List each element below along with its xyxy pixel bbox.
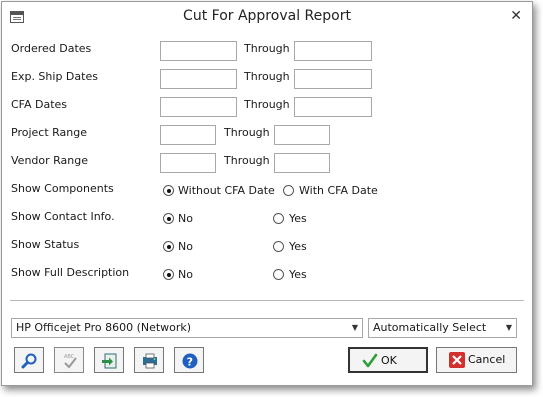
- ordered-dates-from-input[interactable]: [160, 41, 237, 61]
- radio-label: Yes: [289, 268, 307, 281]
- export-icon: [102, 353, 117, 369]
- print-icon: [143, 353, 157, 369]
- exp-ship-dates-to-input[interactable]: [294, 69, 372, 89]
- full-description-yes-radio[interactable]: [273, 269, 284, 280]
- help-icon: ?: [182, 353, 198, 369]
- through-label: Through: [244, 70, 290, 83]
- project-range-to-input[interactable]: [274, 125, 330, 145]
- project-range-from-input[interactable]: [160, 125, 216, 145]
- radio-label: No: [178, 268, 193, 281]
- chevron-down-icon: ▼: [351, 323, 358, 332]
- option-label-show-full-description: Show Full Description: [11, 266, 130, 279]
- with-cfa-date-radio[interactable]: [283, 185, 294, 196]
- close-icon[interactable]: ✕: [510, 8, 522, 24]
- dialog-title: Cut For Approval Report: [183, 8, 351, 24]
- cfa-dates-to-input[interactable]: [294, 97, 372, 117]
- svg-text:ABC: ABC: [64, 354, 75, 360]
- preview-button[interactable]: [14, 347, 44, 373]
- option-label-show-contact-info: Show Contact Info.: [11, 210, 115, 223]
- radio-label: Yes: [289, 240, 307, 253]
- option-label-show-status: Show Status: [11, 238, 80, 251]
- ok-button-label: OK: [381, 354, 397, 367]
- export-button[interactable]: [94, 347, 124, 373]
- paper-source-select-value: Automatically Select: [373, 321, 487, 334]
- paper-source-select[interactable]: Automatically Select ▼: [368, 318, 517, 338]
- option-label-show-components: Show Components: [11, 182, 114, 195]
- radio-label: No: [178, 240, 193, 253]
- ordered-dates-to-input[interactable]: [294, 41, 372, 61]
- through-label: Through: [224, 154, 270, 167]
- title-bar: Cut For Approval Report ✕: [2, 2, 532, 32]
- without-cfa-date-radio[interactable]: [163, 185, 174, 196]
- radio-label: With CFA Date: [299, 184, 378, 197]
- cancel-button-label: Cancel: [468, 353, 506, 366]
- vendor-range-from-input[interactable]: [160, 153, 216, 173]
- row-label-cfa-dates: CFA Dates: [11, 98, 68, 111]
- print-button[interactable]: [134, 347, 164, 373]
- full-description-no-radio[interactable]: [163, 269, 174, 280]
- spellcheck-icon: ABC: [64, 354, 77, 369]
- magnifier-icon: [21, 353, 37, 369]
- ok-button[interactable]: OK: [348, 347, 428, 373]
- cancel-x-icon: [449, 352, 465, 368]
- exp-ship-dates-from-input[interactable]: [160, 69, 237, 89]
- radio-label: No: [178, 212, 193, 225]
- vendor-range-to-input[interactable]: [274, 153, 330, 173]
- radio-label: Without CFA Date: [178, 184, 275, 197]
- radio-label: Yes: [289, 212, 307, 225]
- row-label-project-range: Project Range: [11, 126, 87, 139]
- cancel-button[interactable]: Cancel: [436, 347, 517, 373]
- status-yes-radio[interactable]: [273, 241, 284, 252]
- contact-info-yes-radio[interactable]: [273, 213, 284, 224]
- through-label: Through: [224, 126, 270, 139]
- help-button[interactable]: ?: [174, 347, 204, 373]
- divider: [10, 300, 524, 301]
- status-no-radio[interactable]: [163, 241, 174, 252]
- row-label-ordered-dates: Ordered Dates: [11, 42, 92, 55]
- contact-info-no-radio[interactable]: [163, 213, 174, 224]
- report-dialog: Cut For Approval Report ✕ Ordered Dates …: [1, 1, 533, 386]
- row-label-exp-ship-dates: Exp. Ship Dates: [11, 70, 98, 83]
- spellcheck-button[interactable]: ABC: [54, 347, 84, 373]
- checkmark-icon: [362, 353, 378, 368]
- printer-select-value: HP Officejet Pro 8600 (Network): [16, 321, 192, 334]
- cfa-dates-from-input[interactable]: [160, 97, 237, 117]
- row-label-vendor-range: Vendor Range: [11, 154, 89, 167]
- printer-select[interactable]: HP Officejet Pro 8600 (Network) ▼: [11, 318, 363, 338]
- svg-text:?: ?: [187, 356, 193, 369]
- through-label: Through: [244, 42, 290, 55]
- chevron-down-icon: ▼: [505, 323, 512, 332]
- through-label: Through: [244, 98, 290, 111]
